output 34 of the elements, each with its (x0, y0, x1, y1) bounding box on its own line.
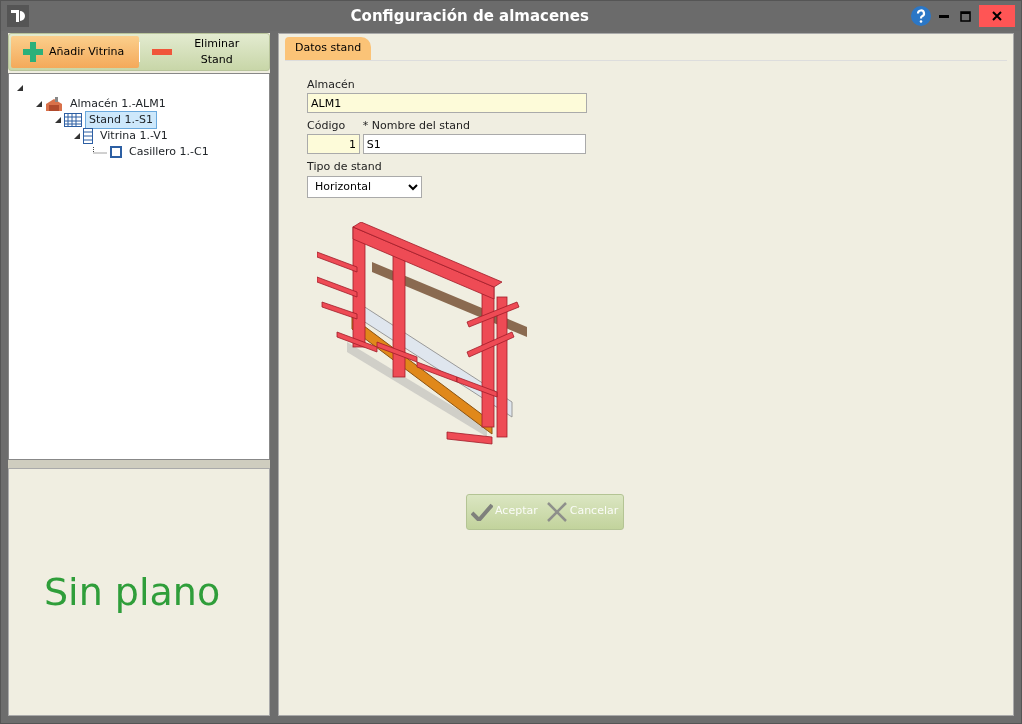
minus-icon (151, 49, 173, 55)
app-logo-icon (7, 5, 29, 27)
plus-icon (23, 42, 43, 62)
add-button[interactable]: Añadir Vitrina (11, 36, 139, 68)
grid-icon (64, 113, 82, 127)
minimize-icon (939, 14, 949, 18)
expander-icon[interactable] (55, 117, 61, 123)
cross-icon (545, 500, 568, 523)
maximize-icon (960, 10, 971, 22)
field-label: Tipo de stand (307, 159, 383, 175)
field-label: * Nombre del stand (362, 117, 471, 134)
square-icon (110, 146, 122, 158)
type-dropdown[interactable]: Horizontal (307, 175, 422, 198)
input-field[interactable]: S1 (362, 134, 586, 155)
expander-icon[interactable] (74, 133, 80, 139)
tab[interactable]: Datos stand (285, 37, 372, 60)
input-field[interactable]: 1 (307, 134, 360, 155)
window-title: Configuración de almacenes (349, 5, 590, 27)
close-button[interactable] (979, 5, 1015, 27)
tree-connector (93, 147, 107, 157)
input-field[interactable]: ALM1 (307, 93, 587, 113)
tree-item[interactable]: Stand 1.-S1 (85, 110, 157, 130)
no-plan-message: Sin plano (44, 568, 221, 616)
help-button[interactable] (910, 5, 931, 27)
expander-icon[interactable] (36, 101, 42, 107)
shelf-icon (83, 128, 93, 144)
field-label: Código (307, 117, 347, 134)
field-label: Almacén (307, 76, 356, 93)
help-icon (910, 6, 931, 26)
close-icon (992, 11, 1002, 21)
remove-button[interactable]: Eliminar Stand (139, 36, 267, 68)
warehouse-icon (45, 96, 63, 112)
check-icon (471, 502, 493, 521)
expander-icon[interactable] (17, 85, 23, 91)
